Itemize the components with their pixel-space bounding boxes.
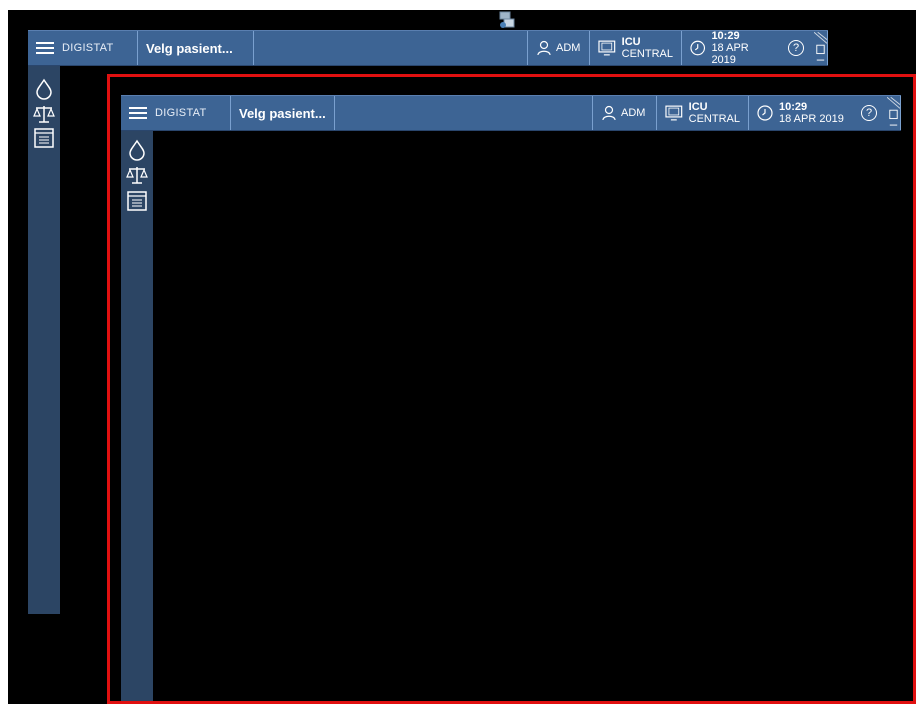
list-icon[interactable] [34, 128, 54, 148]
outer-clock: 10:29 18 APR 2019 [682, 29, 782, 66]
outer-app-header: DIGISTAT Velg pasient... ADM ICU CENTRAL… [28, 30, 828, 66]
clock-date: 18 APR 2019 [711, 41, 749, 66]
scale-icon[interactable] [33, 104, 55, 124]
clock-time: 10:29 [711, 29, 740, 42]
patient-label: Velg pasient... [146, 40, 233, 56]
outer-user-button[interactable]: ADM [528, 31, 590, 65]
outer-window-controls[interactable] [814, 31, 828, 65]
outer-help-area: ? [782, 31, 814, 65]
window-resize-icon[interactable] [814, 31, 827, 65]
outer-patient-selector[interactable]: Velg pasient... [138, 31, 254, 65]
workstation-line2: CENTRAL [621, 47, 673, 60]
clock-icon [690, 40, 706, 56]
help-icon[interactable]: ? [788, 40, 804, 56]
outer-menu-button[interactable]: DIGISTAT [28, 31, 138, 65]
highlight-frame [107, 74, 916, 704]
monitor-icon [598, 40, 616, 56]
outer-sidebar [28, 66, 60, 614]
user-label: ADM [556, 42, 581, 54]
workstation-line1: ICU [621, 35, 641, 48]
drop-icon[interactable] [35, 78, 53, 100]
brand-label: DIGISTAT [62, 42, 114, 54]
hamburger-icon [36, 41, 54, 55]
user-icon [537, 40, 551, 56]
network-tray-icon[interactable] [497, 10, 517, 30]
outer-header-spacer [254, 31, 528, 65]
outer-workstation-button[interactable]: ICU CENTRAL [590, 31, 682, 65]
